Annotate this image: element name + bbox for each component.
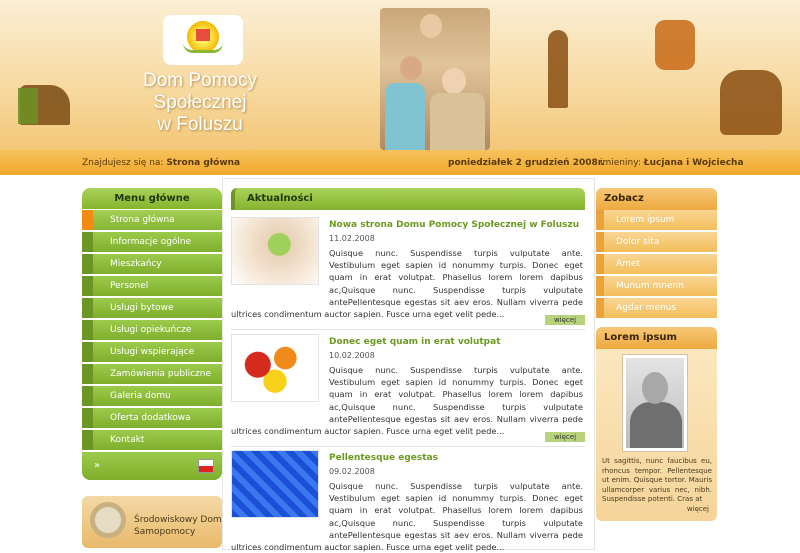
hand-icon	[183, 43, 223, 53]
news-title[interactable]: Donec eget quam in erat volutpat	[329, 337, 501, 347]
see-also-item[interactable]: Lorem ipsum	[596, 210, 717, 230]
menu-footer: »	[82, 452, 222, 480]
read-more-button[interactable]: więcej	[545, 432, 585, 442]
news-title[interactable]: Pellentesque egestas	[329, 453, 438, 463]
menu-item-public-orders[interactable]: Zamówienia publiczne	[82, 364, 222, 384]
current-date: poniedziałek 2 grudzień 2008r.	[448, 158, 605, 168]
menu-item-home[interactable]: Strona główna	[82, 210, 222, 230]
menu-item-contact[interactable]: Kontakt	[82, 430, 222, 450]
news-section: Aktualności Nowa strona Domu Pomocy Społ…	[222, 178, 595, 553]
news-date: 11.02.2008	[329, 234, 375, 243]
divider	[231, 329, 585, 330]
header-photo	[380, 8, 490, 150]
news-date: 10.02.2008	[329, 351, 375, 360]
sidebar-box: Ut sagittis, nunc faucibus eu, rhoncus t…	[596, 349, 717, 521]
news-item: Nowa strona Domu Pomocy Społecznej w Fol…	[231, 217, 585, 327]
see-also-item[interactable]: Amet	[596, 254, 717, 274]
site-logo[interactable]	[163, 15, 243, 65]
site-title: Dom Pomocy Społecznej w Foluszu	[110, 70, 290, 136]
see-also-title: Zobacz	[596, 188, 717, 210]
read-more-button[interactable]: więcej	[545, 315, 585, 325]
news-body: Quisque nunc. Suspendisse turpis vulputa…	[231, 248, 583, 320]
person-photo[interactable]	[622, 354, 688, 452]
news-title[interactable]: Nowa strona Domu Pomocy Społecznej w Fol…	[329, 220, 579, 230]
promo-text: Środowiskowy Dom Samopomocy	[134, 515, 222, 537]
see-also-item[interactable]: Munum mnenn	[596, 276, 717, 296]
menu-item-general-info[interactable]: Informacje ogólne	[82, 232, 222, 252]
site-header: Dom Pomocy Społecznej w Foluszu	[0, 0, 800, 150]
sidebar-box-text: Ut sagittis, nunc faucibus eu, rhoncus t…	[602, 457, 712, 503]
news-section-title: Aktualności	[231, 188, 585, 210]
sitting-silhouette	[720, 70, 782, 135]
news-body: Quisque nunc. Suspendisse turpis vulputa…	[231, 365, 583, 437]
see-also-item[interactable]: Agdar menus	[596, 298, 717, 318]
breadcrumb: Znajdujesz się na: Strona główna	[82, 158, 241, 168]
wheelchair-silhouette	[655, 20, 695, 70]
polish-flag-icon[interactable]	[198, 459, 214, 473]
site-title-line2: w Foluszu	[157, 114, 243, 135]
main-menu-title: Menu główne	[82, 188, 222, 209]
breadcrumb-current[interactable]: Strona główna	[166, 158, 240, 168]
news-item: Pellentesque egestas 09.02.2008 Quisque …	[231, 450, 585, 553]
divider	[231, 446, 585, 447]
lifebuoy-icon	[90, 502, 126, 538]
bench-green-icon	[18, 88, 38, 124]
sidebar-read-more-link[interactable]: więcej	[687, 505, 709, 513]
news-body: Quisque nunc. Suspendisse turpis vulputa…	[231, 481, 583, 553]
nameday: imieniny: Łucjana i Wojciecha	[600, 158, 744, 168]
site-title-line1: Dom Pomocy Społecznej	[142, 70, 258, 113]
see-also-item[interactable]: Dolor sita	[596, 232, 717, 252]
menu-item-additional-offer[interactable]: Oferta dodatkowa	[82, 408, 222, 428]
menu-item-living-services[interactable]: Usługi bytowe	[82, 298, 222, 318]
menu-item-care-services[interactable]: Usługi opiekuńcze	[82, 320, 222, 340]
menu-item-staff[interactable]: Personel	[82, 276, 222, 296]
menu-item-gallery[interactable]: Galeria domu	[82, 386, 222, 406]
walker-silhouette	[548, 30, 568, 108]
house-icon	[196, 29, 210, 41]
info-bar: Znajdujesz się na: Strona główna poniedz…	[0, 150, 800, 175]
double-arrow-icon[interactable]: »	[94, 460, 100, 471]
menu-item-residents[interactable]: Mieszkańcy	[82, 254, 222, 274]
news-date: 09.02.2008	[329, 467, 375, 476]
sidebar-box-title: Lorem ipsum	[596, 327, 717, 349]
promo-banner[interactable]: Środowiskowy Dom Samopomocy	[82, 496, 222, 548]
news-item: Donec eget quam in erat volutpat 10.02.2…	[231, 334, 585, 444]
menu-item-support-services[interactable]: Usługi wspierające	[82, 342, 222, 362]
